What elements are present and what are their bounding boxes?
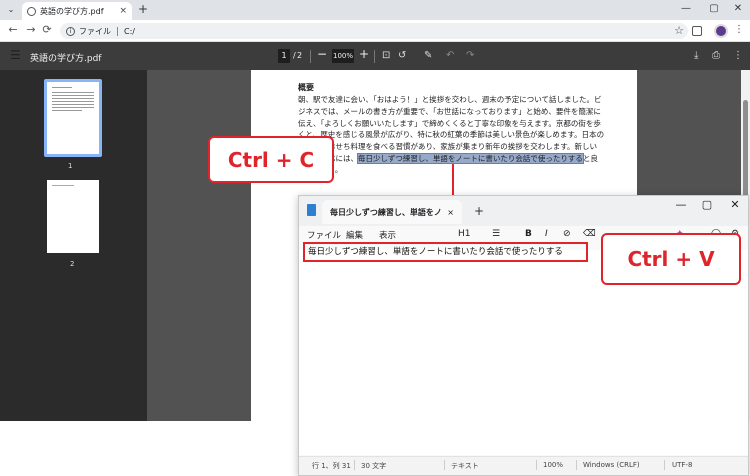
back-icon[interactable]: ← xyxy=(6,23,20,36)
clear-format-icon[interactable]: ⌫ xyxy=(583,229,596,239)
tab-title: 英語の学び方.pdf xyxy=(40,6,104,16)
thumbnail-text-line xyxy=(52,107,94,108)
desktop-background xyxy=(0,421,298,476)
address-scheme-label: ファイル xyxy=(79,26,111,36)
page-total: 2 xyxy=(297,51,303,60)
document-text-line: ことを学ぶには、毎日少しずつ練習し、単語をノートに書いたり会話で使ったりすると良 xyxy=(298,153,598,165)
notepad-tab-title: 毎日少しずつ練習し、単語をノートに書い xyxy=(330,207,442,217)
thumbnail-page-number: 2 xyxy=(70,260,75,268)
pdf-file-name: 英語の学び方.pdf xyxy=(30,54,102,64)
address-url: C:/ xyxy=(124,26,135,36)
paste-shortcut-callout: Ctrl + V xyxy=(601,233,741,285)
rotate-icon[interactable]: ↺ xyxy=(398,50,406,61)
document-text-line: くと、歴史を感じる風景が広がり、特に秋の紅葉の季節は美しい景色が楽しめます。日本… xyxy=(298,130,605,139)
toolbar-divider xyxy=(374,50,375,63)
window-maximize-button[interactable]: ▢ xyxy=(704,3,724,14)
address-separator xyxy=(117,26,118,36)
info-icon[interactable]: i xyxy=(66,26,75,36)
copy-shortcut-callout: Ctrl + C xyxy=(208,136,334,183)
zoom-in-button[interactable]: + xyxy=(359,47,369,61)
document-text-line: 朝、駅で友達に会い、「おはよう！」と挨拶を交わし、週末の予定について話しました。… xyxy=(298,95,602,104)
page-thumbnail[interactable] xyxy=(47,180,99,253)
document-heading: 概要 xyxy=(298,83,314,92)
page-number-input[interactable]: 1 xyxy=(278,49,290,63)
notepad-app-icon xyxy=(307,204,316,216)
tab-close-icon[interactable]: × xyxy=(119,6,127,16)
extensions-icon[interactable] xyxy=(692,26,702,36)
pdf-toolbar xyxy=(0,42,750,70)
notepad-tab[interactable]: 毎日少しずつ練習し、単語をノートに書い × xyxy=(322,200,462,224)
list-format-icon[interactable]: ☰ xyxy=(492,229,500,239)
download-icon[interactable]: ⤓ xyxy=(694,50,698,61)
status-divider xyxy=(536,460,537,470)
zoom-out-button[interactable]: − xyxy=(317,47,327,61)
tab-search-icon[interactable]: ⌄ xyxy=(5,4,17,16)
status-divider xyxy=(576,460,577,470)
thumbnail-text-line xyxy=(52,101,94,102)
profile-avatar[interactable] xyxy=(714,24,728,38)
line-ending: Windows (CRLF) xyxy=(583,461,640,469)
forward-icon[interactable]: → xyxy=(24,23,38,36)
address-bar[interactable]: i ファイル C:/ xyxy=(60,23,688,39)
document-text-line: 伝え、「よろしくお願いいたします」で締めくくると丁寧な印象を与えます。京都の街を… xyxy=(298,119,601,128)
reload-icon[interactable]: ⟳ xyxy=(40,23,54,36)
thumbnail-text-line xyxy=(52,95,94,96)
pdf-more-icon[interactable]: ⋮ xyxy=(733,50,743,61)
notepad-tab-close-icon[interactable]: × xyxy=(447,208,454,217)
zoom-level: 100% xyxy=(543,461,564,469)
thumbnail-page-number: 1 xyxy=(68,162,73,170)
notepad-maximize-button[interactable]: ▢ xyxy=(698,198,716,211)
notepad-new-tab-button[interactable]: + xyxy=(474,204,484,218)
italic-button[interactable]: I xyxy=(545,229,548,239)
globe-icon xyxy=(27,6,36,16)
document-text: と良 xyxy=(582,154,598,163)
window-minimize-button[interactable]: — xyxy=(676,3,696,14)
text-encoding: UTF-8 xyxy=(672,461,693,469)
page-thumbnail[interactable] xyxy=(44,79,102,157)
toolbar-divider xyxy=(310,50,311,63)
status-divider xyxy=(664,460,665,470)
hamburger-menu-icon[interactable]: ☰ xyxy=(10,48,21,62)
window-close-button[interactable]: ✕ xyxy=(728,3,748,14)
bookmark-star-icon[interactable]: ☆ xyxy=(674,24,684,37)
undo-icon[interactable]: ↶ xyxy=(446,50,454,61)
menu-view[interactable]: 表示 xyxy=(379,229,396,241)
notepad-close-button[interactable]: ✕ xyxy=(726,198,744,211)
redo-icon[interactable]: ↷ xyxy=(466,50,474,61)
menu-file[interactable]: ファイル xyxy=(307,229,341,241)
document-text-line: ジネスでは、メールの書き方が重要で、「お世話になっております」と始め、要件を簡潔… xyxy=(298,107,601,116)
browser-tab[interactable]: 英語の学び方.pdf × xyxy=(22,2,132,20)
bold-button[interactable]: B xyxy=(525,229,532,239)
heading-dropdown[interactable]: H1 xyxy=(458,229,471,239)
document-text-line: 正月にはおせち料理を食べる習慣があり、家族が集まり新年の挨拶を交わします。新しい xyxy=(298,142,597,151)
menu-edit[interactable]: 編集 xyxy=(346,229,363,241)
thumbnail-text-line xyxy=(52,87,72,88)
zoom-level-input[interactable]: 100% xyxy=(332,49,354,63)
link-icon[interactable]: ⊘ xyxy=(563,229,571,239)
thumbnail-text-line xyxy=(52,98,94,99)
notepad-content[interactable]: 毎日少しずつ練習し、単語をノートに書いたり会話で使ったりする xyxy=(303,242,588,262)
new-tab-button[interactable]: + xyxy=(138,2,148,16)
status-divider xyxy=(354,460,355,470)
pdf-scrollbar-thumb[interactable] xyxy=(743,100,748,200)
fit-page-icon[interactable]: ⊡ xyxy=(382,50,390,61)
annotate-icon[interactable]: ✎ xyxy=(424,50,432,61)
chrome-menu-icon[interactable]: ⋮ xyxy=(734,24,744,35)
cursor-position: 行 1、列 31 xyxy=(312,462,351,470)
selected-text[interactable]: 毎日少しずつ練習し、単語をノートに書いたり会話で使ったりする xyxy=(357,153,584,164)
character-count: 30 文字 xyxy=(361,462,387,470)
notepad-minimize-button[interactable]: — xyxy=(672,198,690,211)
thumbnail-text-line xyxy=(52,110,82,111)
thumbnail-text-line xyxy=(52,104,94,105)
page-separator: / xyxy=(293,51,296,60)
print-icon[interactable]: ⎙ xyxy=(712,50,720,61)
status-divider xyxy=(444,460,445,470)
thumbnail-text-line xyxy=(52,185,74,186)
thumbnail-text-line xyxy=(52,92,94,93)
format-mode: テキスト xyxy=(451,462,479,470)
